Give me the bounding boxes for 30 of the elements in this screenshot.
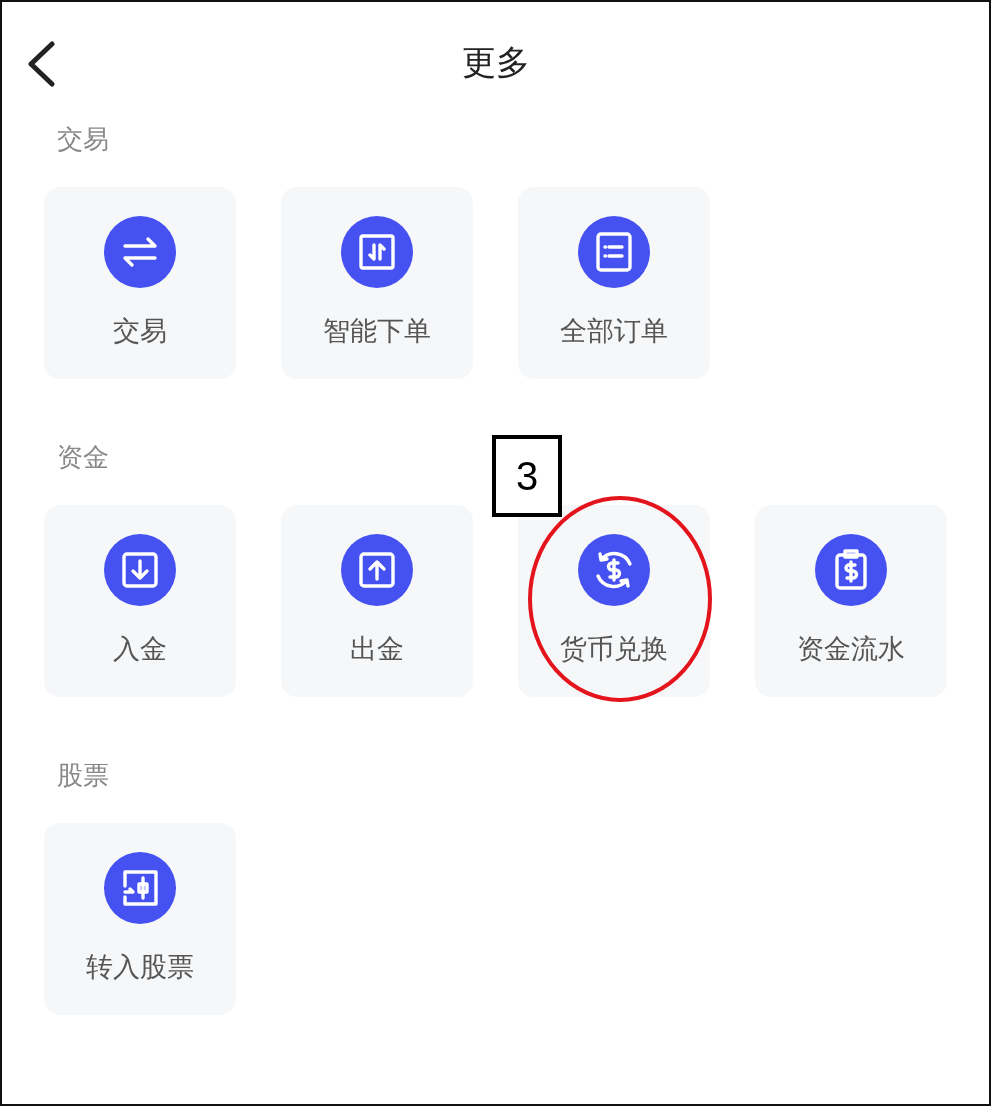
tile-label: 全部订单: [560, 314, 668, 348]
menu-tile[interactable]: 入金: [44, 505, 236, 697]
section-label: 股票: [57, 760, 110, 790]
tile-label: 出金: [350, 632, 404, 666]
menu-tile[interactable]: 出金: [281, 505, 473, 697]
menu-tile[interactable]: 转入股票: [44, 823, 236, 1015]
menu-tile[interactable]: 货币兑换: [518, 505, 710, 697]
tile-label: 资金流水: [797, 632, 905, 666]
candlestick-icon: [104, 852, 176, 924]
back-icon[interactable]: [26, 41, 56, 87]
tile-label: 交易: [113, 314, 167, 348]
section-label: 资金: [57, 442, 110, 472]
dollar-clipboard-icon: [815, 534, 887, 606]
section-label: 交易: [57, 124, 110, 154]
list-icon: [578, 216, 650, 288]
tile-label: 入金: [113, 632, 167, 666]
menu-tile[interactable]: 智能下单: [281, 187, 473, 379]
dollar-exchange-icon: [578, 534, 650, 606]
menu-tile[interactable]: 资金流水: [755, 505, 947, 697]
page-title: 更多: [461, 41, 530, 84]
swap-arrows-icon: [104, 216, 176, 288]
menu-tile[interactable]: 交易: [44, 187, 236, 379]
menu-tile[interactable]: 全部订单: [518, 187, 710, 379]
tile-label: 货币兑换: [560, 632, 668, 666]
callout-number: 3: [492, 435, 562, 517]
upload-icon: [341, 534, 413, 606]
download-icon: [104, 534, 176, 606]
up-down-arrows-icon: [341, 216, 413, 288]
tile-label: 智能下单: [323, 314, 431, 348]
tile-label: 转入股票: [86, 950, 194, 984]
